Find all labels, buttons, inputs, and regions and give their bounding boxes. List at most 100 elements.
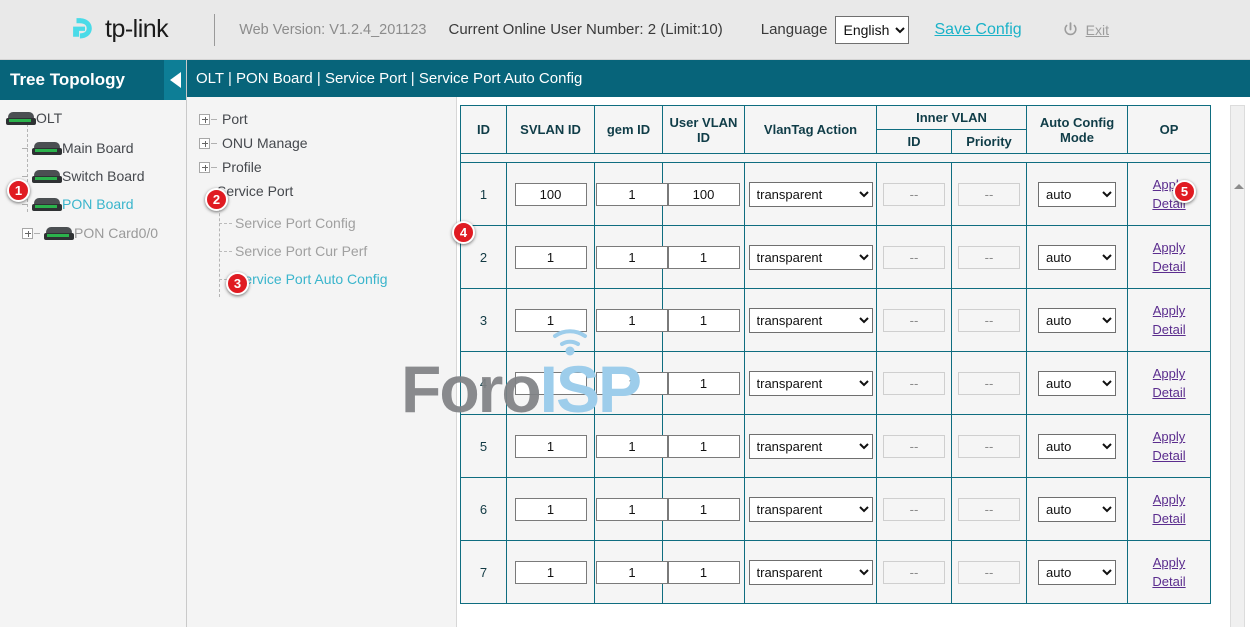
vlantag-action-select[interactable]: transparent — [749, 560, 873, 585]
cell-op: Apply Detail — [1128, 478, 1211, 541]
cell-gem-id-input[interactable] — [596, 183, 668, 206]
cell-gem-id-input[interactable] — [596, 498, 668, 521]
apply-link[interactable]: Apply — [1128, 555, 1210, 570]
cell-gem-id-input[interactable] — [596, 435, 668, 458]
table-header: ID SVLAN ID gem ID User VLAN ID VlanTag … — [461, 106, 1211, 163]
expand-plus-icon[interactable] — [199, 138, 210, 149]
auto-config-mode-select[interactable]: auto — [1038, 308, 1116, 333]
table-body: 1transparentautoApplyDetail2transparenta… — [461, 163, 1211, 604]
nav-item-service-port-config[interactable]: Service Port Config — [187, 211, 456, 235]
auto-config-mode-select[interactable]: auto — [1038, 245, 1116, 270]
cell-user_vlan_id — [663, 226, 745, 289]
brand-logo: tp-link — [68, 13, 168, 47]
language-select[interactable]: English — [835, 16, 909, 44]
cell-row-id: 4 — [461, 352, 507, 415]
table-row: 4 transparent auto Apply Detail — [461, 352, 1211, 415]
auto-config-mode-select[interactable]: auto — [1038, 434, 1116, 459]
detail-link[interactable]: Detail — [1128, 574, 1210, 589]
nav-item-service-port-cur-perf[interactable]: Service Port Cur Perf — [187, 239, 456, 263]
vlantag-action-select[interactable]: transparent — [749, 497, 873, 522]
cell-svlan-id-input[interactable] — [515, 309, 587, 332]
auto-config-mode-select[interactable]: auto — [1038, 371, 1116, 396]
cell-user-vlan-id-input[interactable] — [668, 246, 740, 269]
inner-vlan-id-input — [883, 246, 945, 269]
cell-svlan-id-input[interactable] — [515, 246, 587, 269]
vlantag-action-select[interactable]: transparent — [749, 308, 873, 333]
nav-item-onu-manage[interactable]: ONU Manage — [187, 131, 456, 155]
expand-plus-icon[interactable] — [22, 228, 33, 239]
service-port-auto-config-table: ID SVLAN ID gem ID User VLAN ID VlanTag … — [460, 105, 1211, 604]
cell-gem-id-input[interactable] — [596, 246, 668, 269]
save-config-button[interactable]: Save Config — [935, 21, 1022, 39]
step-badge-3: 3 — [226, 272, 249, 295]
cell-user-vlan-id-input[interactable] — [668, 309, 740, 332]
step-badge-2: 2 — [205, 188, 228, 211]
expand-plus-icon[interactable] — [199, 162, 210, 173]
chevron-left-icon[interactable] — [164, 60, 186, 100]
detail-link[interactable]: Detail — [1128, 448, 1210, 463]
cell-gem_id — [595, 352, 663, 415]
vlantag-action-select[interactable]: transparent — [749, 245, 873, 270]
auto-config-mode-select[interactable]: auto — [1038, 497, 1116, 522]
device-icon — [32, 170, 62, 183]
scroll-up-arrow-icon[interactable] — [1234, 184, 1244, 189]
cell-inner_vlan_id — [877, 415, 952, 478]
cell-auto-config-mode: auto — [1027, 226, 1128, 289]
cell-inner_vlan_priority — [952, 415, 1027, 478]
apply-link[interactable]: Apply — [1128, 240, 1210, 255]
cell-row-id: 6 — [461, 478, 507, 541]
cell-user_vlan_id — [663, 289, 745, 352]
cell-user-vlan-id-input[interactable] — [668, 435, 740, 458]
tree-node-label: PON Board — [62, 196, 134, 212]
detail-link[interactable]: Detail — [1128, 196, 1210, 211]
nav-item-port[interactable]: Port — [187, 107, 456, 131]
apply-link[interactable]: Apply — [1128, 492, 1210, 507]
table-row: 7transparentautoApplyDetail — [461, 541, 1211, 604]
apply-link[interactable]: Apply — [1128, 303, 1210, 318]
cell-user-vlan-id-input[interactable] — [668, 498, 740, 521]
nav-item-profile[interactable]: Profile — [187, 155, 456, 179]
detail-link[interactable]: Detail — [1128, 259, 1210, 274]
cell-user-vlan-id-input[interactable] — [668, 183, 740, 206]
apply-link[interactable]: Apply — [1128, 366, 1210, 381]
detail-link[interactable]: Detail — [1128, 322, 1210, 337]
cell-gem-id-input[interactable] — [596, 309, 668, 332]
cell-user-vlan-id-input[interactable] — [668, 372, 740, 395]
detail-link[interactable]: Detail — [1128, 385, 1210, 400]
cell-svlan-id-input[interactable] — [515, 435, 587, 458]
auto-config-mode-select[interactable]: auto — [1038, 182, 1116, 207]
tree-node-main-board[interactable]: Main Board — [0, 136, 186, 160]
nav-leaf-connector — [219, 246, 235, 257]
tree-node-pon-card[interactable]: PON Card0/0 — [0, 221, 186, 245]
apply-link[interactable]: Apply — [1128, 429, 1210, 444]
cell-auto-config-mode: auto — [1027, 415, 1128, 478]
inner-vlan-priority-input — [958, 183, 1020, 206]
table-vertical-scrollbar[interactable] — [1230, 105, 1245, 627]
cell-gem_id — [595, 415, 663, 478]
cell-gem-id-input[interactable] — [596, 561, 668, 584]
auto-config-mode-select[interactable]: auto — [1038, 560, 1116, 585]
vlantag-action-select[interactable]: transparent — [749, 434, 873, 459]
cell-svlan-id-input[interactable] — [515, 561, 587, 584]
device-icon — [32, 142, 62, 155]
cell-gem-id-input[interactable] — [596, 372, 668, 395]
nav-item-label: Service Port Config — [235, 215, 356, 231]
cell-svlan-id-input[interactable] — [515, 372, 587, 395]
exit-label[interactable]: Exit — [1086, 22, 1109, 38]
tree-node-olt[interactable]: OLT — [0, 106, 186, 130]
vlantag-action-select[interactable]: transparent — [749, 371, 873, 396]
cell-inner_vlan_id — [877, 541, 952, 604]
exit-button[interactable]: Exit — [1062, 21, 1109, 38]
vlantag-action-select[interactable]: transparent — [749, 182, 873, 207]
detail-link[interactable]: Detail — [1128, 511, 1210, 526]
cell-svlan-id-input[interactable] — [515, 498, 587, 521]
cell-user-vlan-id-input[interactable] — [668, 561, 740, 584]
apply-link[interactable]: Apply — [1128, 177, 1210, 192]
col-header-inner-vlan-priority: Priority — [952, 130, 1027, 154]
cell-vlantag-action: transparent — [745, 226, 877, 289]
cell-svlan-id-input[interactable] — [515, 183, 587, 206]
cell-gem_id — [595, 478, 663, 541]
tree-branch-dash — [22, 148, 28, 149]
cell-gem_id — [595, 541, 663, 604]
expand-plus-icon[interactable] — [199, 114, 210, 125]
